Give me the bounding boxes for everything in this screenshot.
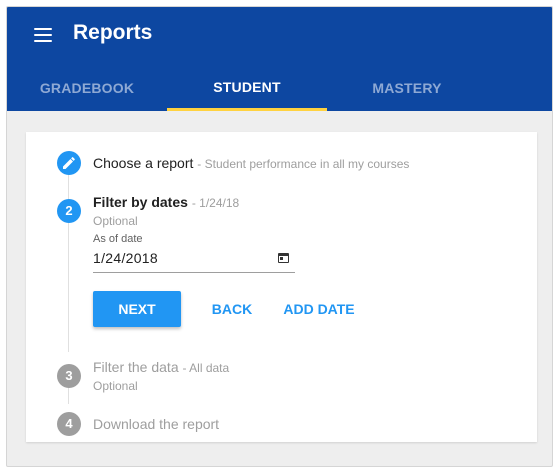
step-3-label: Filter the data (93, 359, 179, 375)
step-2-summary: - 1/24/18 (191, 196, 240, 210)
page-title: Reports (73, 21, 153, 44)
step-1-pencil-icon[interactable] (57, 151, 81, 175)
step-2-optional: Optional (93, 214, 138, 228)
tab-student[interactable]: STUDENT (167, 65, 327, 111)
step-3-number: 3 (57, 364, 81, 388)
step-2-title: Filter by dates - 1/24/18 (93, 194, 239, 210)
step-1-summary: - Student performance in all my courses (197, 157, 410, 171)
tab-mastery[interactable]: MASTERY (327, 65, 487, 111)
as-of-date-value: 1/24/2018 (93, 250, 158, 266)
menu-icon[interactable] (34, 28, 52, 42)
step-3-title[interactable]: Filter the data - All data (93, 359, 229, 375)
step-1-label: Choose a report (93, 155, 194, 171)
add-date-button[interactable]: ADD DATE (281, 291, 357, 327)
as-of-date-label: As of date (93, 233, 143, 245)
step-3-optional: Optional (93, 379, 138, 393)
step-2-label: Filter by dates (93, 194, 188, 210)
step-3-summary: - All data (182, 361, 230, 375)
step-4-number: 4 (57, 412, 81, 436)
app-bar: Reports GRADEBOOK STUDENT MASTERY (7, 7, 552, 111)
back-button[interactable]: BACK (202, 291, 262, 327)
report-stepper: Choose a report - Student performance in… (26, 132, 537, 442)
calendar-icon[interactable] (278, 253, 289, 263)
step-1-title[interactable]: Choose a report - Student performance in… (93, 155, 409, 171)
step-2-number: 2 (57, 199, 81, 223)
step-4-title[interactable]: Download the report (93, 416, 219, 432)
tab-gradebook[interactable]: GRADEBOOK (7, 65, 167, 111)
next-button[interactable]: NEXT (93, 291, 181, 327)
as-of-date-input[interactable]: 1/24/2018 (93, 247, 295, 273)
app-window: Reports GRADEBOOK STUDENT MASTERY Choose… (6, 6, 553, 467)
